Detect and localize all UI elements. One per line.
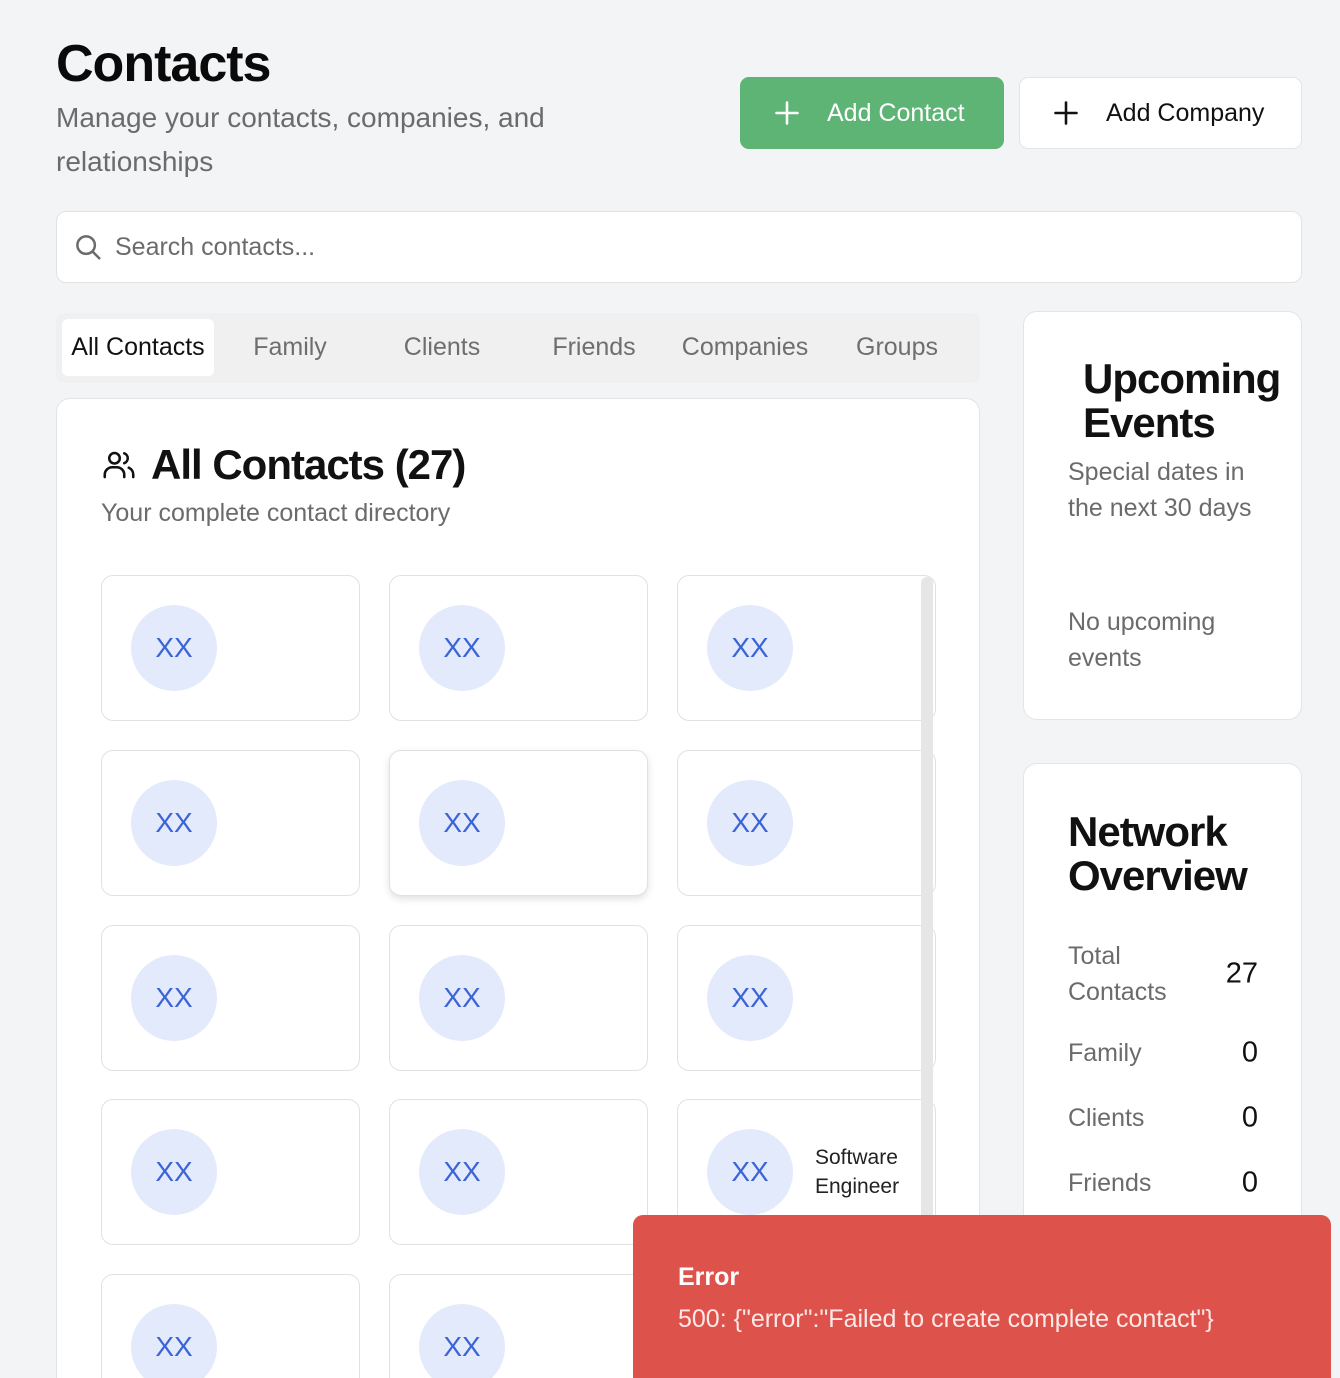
avatar: XX [419, 955, 505, 1041]
avatar: XX [707, 780, 793, 866]
add-contact-button[interactable]: Add Contact [740, 77, 1004, 149]
stat-value: 0 [1241, 1101, 1258, 1134]
error-toast[interactable]: Error 500: {"error":"Failed to create co… [633, 1215, 1331, 1378]
plus-icon [1054, 101, 1078, 125]
contact-card[interactable]: XX [101, 1099, 360, 1245]
page-title: Contacts [56, 35, 271, 93]
avatar: XX [131, 1304, 217, 1378]
avatar: XX [419, 1129, 505, 1215]
contact-card[interactable]: XX [101, 750, 360, 896]
tab-family[interactable]: Family [214, 319, 366, 376]
add-company-label: Add Company [1106, 98, 1265, 127]
stat-row: Clients 0 [1068, 1100, 1258, 1136]
stat-row: Family 0 [1068, 1035, 1258, 1071]
tab-clients[interactable]: Clients [366, 319, 518, 376]
avatar: XX [131, 780, 217, 866]
contact-card[interactable]: XX [389, 1099, 648, 1245]
stat-label: Clients [1068, 1104, 1145, 1132]
stat-row: Friends 0 [1068, 1165, 1258, 1201]
stat-row: Total Contacts 27 [1068, 938, 1258, 1010]
tab-friends[interactable]: Friends [518, 319, 670, 376]
contact-card[interactable]: XX [101, 1274, 360, 1378]
contact-card[interactable]: XX [389, 1274, 648, 1378]
add-contact-label: Add Contact [827, 98, 965, 127]
upcoming-events-subtitle: Special dates in the next 30 days [1068, 458, 1252, 522]
tab-groups[interactable]: Groups [821, 319, 973, 376]
stat-label: Friends [1068, 1169, 1152, 1197]
contacts-panel-subtitle: Your complete contact directory [101, 499, 451, 527]
stat-value: 0 [1241, 1166, 1258, 1199]
network-overview-title: Network Overview [1068, 808, 1248, 899]
contact-role: Software Engineer [815, 1146, 900, 1198]
contact-card[interactable]: XX [389, 925, 648, 1071]
stat-label: Total Contacts [1068, 942, 1167, 1006]
contacts-panel-title: All Contacts (27) [151, 441, 466, 488]
tab-companies[interactable]: Companies [669, 319, 821, 376]
avatar: XX [419, 1304, 505, 1378]
contact-card[interactable]: XX [101, 575, 360, 721]
contact-card[interactable]: XX [101, 925, 360, 1071]
contact-card[interactable]: XX [389, 575, 648, 721]
tab-all-contacts[interactable]: All Contacts [62, 319, 214, 376]
contacts-panel-header: All Contacts (27) [101, 441, 466, 489]
avatar: XX [131, 605, 217, 691]
avatar: XX [419, 780, 505, 866]
avatar: XX [707, 1129, 793, 1215]
search-icon [76, 235, 101, 260]
avatar: XX [131, 955, 217, 1041]
stat-value: 27 [1225, 957, 1258, 990]
search-input[interactable] [115, 232, 1215, 262]
stat-value: 0 [1241, 1036, 1258, 1069]
add-company-button[interactable]: Add Company [1019, 77, 1302, 149]
search-bar [56, 211, 1302, 283]
avatar: XX [131, 1129, 217, 1215]
upcoming-events-empty: No upcoming events [1068, 608, 1216, 672]
contact-card[interactable]: XX [677, 925, 936, 1071]
contact-card[interactable]: XX [677, 575, 936, 721]
error-toast-message: 500: {"error":"Failed to create complete… [678, 1305, 1214, 1333]
error-toast-title: Error [678, 1263, 740, 1291]
contact-card[interactable]: XX [677, 750, 936, 896]
contact-card[interactable]: XX [389, 750, 648, 896]
stat-label: Family [1068, 1039, 1142, 1067]
plus-icon [775, 101, 799, 125]
contact-tabs: All Contacts Family Clients Friends Comp… [56, 313, 980, 383]
avatar: XX [707, 605, 793, 691]
avatar: XX [419, 605, 505, 691]
upcoming-events-title: Upcoming Events [1083, 355, 1281, 446]
users-icon [103, 451, 135, 479]
avatar: XX [707, 955, 793, 1041]
page-subtitle: Manage your contacts, companies, and rel… [56, 102, 545, 177]
upcoming-events-card: Upcoming Events Special dates in the nex… [1023, 311, 1302, 720]
